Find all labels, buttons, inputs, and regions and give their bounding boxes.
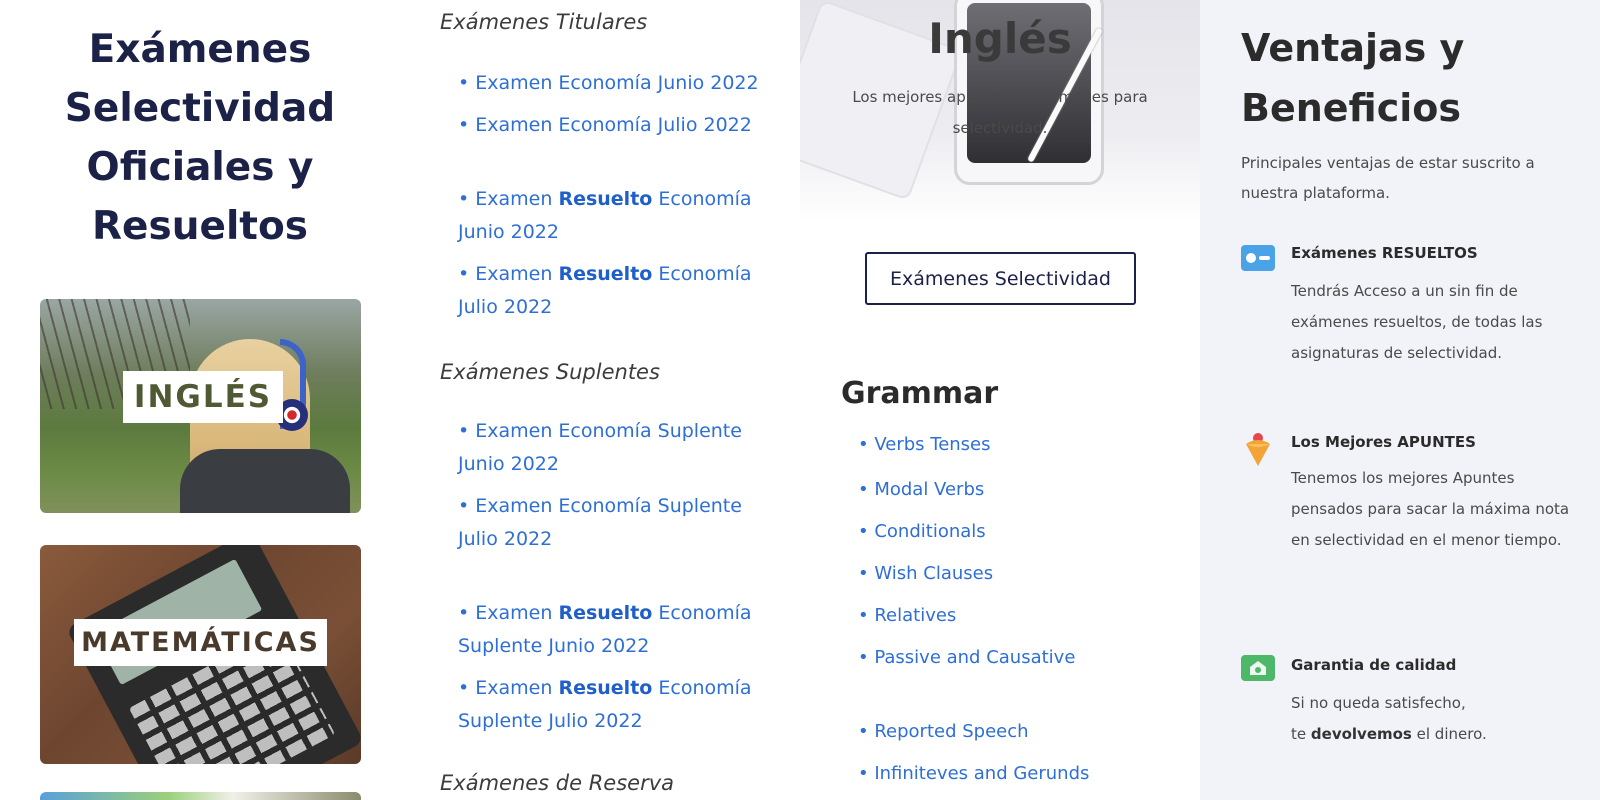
exam-link[interactable]: • Examen Resuelto Economía Suplente Juni… [458,597,778,663]
benefit-heading: Los Mejores APUNTES [1291,433,1476,451]
grammar-link[interactable]: • Conditionals [858,521,986,542]
exam-link[interactable]: • Examen Resuelto Economía Julio 2022 [458,258,778,324]
grammar-link[interactable]: • Modal Verbs [858,479,984,500]
exam-link[interactable]: • Examen Resuelto Economía Junio 2022 [458,183,778,249]
benefit-text: Si no queda satisfecho, te devolvemos el… [1291,688,1581,750]
benefit-text-prefix: te [1291,725,1307,743]
grammar-link[interactable]: • Reported Speech [858,721,1029,742]
page-title: Exámenes Selectividad Oficiales y Resuel… [64,27,336,249]
grammar-link[interactable]: • Relatives [858,605,956,626]
benefit-text: Tendrás Acceso a un sin fin de exámenes … [1291,282,1543,362]
benefits-subtitle: Principales ventajas de estar suscrito a… [1241,154,1535,202]
benefit-text-bold: devolvemos [1310,725,1412,743]
examenes-panel: Exámenes Titulares • Examen Economía Jun… [400,0,800,800]
benefit-heading: Garantia de calidad [1291,656,1457,674]
grammar-link[interactable]: • Infiniteves and Gerunds [858,763,1089,784]
ice-cream-icon [1241,431,1275,467]
section-heading-reserva: Exámenes de Reserva [440,771,675,795]
subject-card-partial[interactable] [40,792,361,800]
link-text: • Examen [458,263,553,285]
section-heading-titulares: Exámenes Titulares [440,10,648,34]
benefit-heading: Exámenes RESUELTOS [1291,244,1478,262]
benefit-text-line: Si no queda satisfecho, [1291,694,1466,712]
girl-jacket-image [180,449,350,513]
link-text: • Examen [458,188,553,210]
exam-link[interactable]: • Examen Resuelto Economía Suplente Juli… [458,672,778,738]
benefits-title: Ventajas y Beneficios [1241,26,1465,130]
subject-card-matematicas[interactable]: MATEMÁTICAS [40,545,361,764]
ingles-panel: Inglés Los mejores apuntes y resúmenes p… [800,0,1200,800]
benefit-text-suffix: el dinero. [1416,725,1487,743]
section-heading-suplentes: Exámenes Suplentes [440,360,660,384]
hero-title: Inglés [928,14,1072,63]
subject-card-ingles[interactable]: INGLÉS [40,299,361,513]
id-card-icon [1241,245,1275,271]
grammar-link[interactable]: • Verbs Tenses [858,434,991,455]
beneficios-panel: Ventajas y Beneficios Principales ventaj… [1200,0,1600,800]
link-bold-text: Resuelto [558,188,653,210]
selectividad-panel: Exámenes Selectividad Oficiales y Resuel… [0,0,400,800]
link-text: • Examen [458,677,553,699]
grammar-link[interactable]: • Passive and Causative [858,647,1075,668]
subject-card-label: MATEMÁTICAS [74,619,327,666]
grammar-link[interactable]: • Wish Clauses [858,563,993,584]
hero-banner: Inglés Los mejores apuntes y resúmenes p… [800,0,1200,222]
hero-subtitle: Los mejores apuntes y resúmenes para sel… [852,88,1148,137]
grammar-title: Grammar [841,376,999,411]
link-bold-text: Resuelto [558,602,653,624]
exam-link[interactable]: • Examen Economía Julio 2022 [458,109,778,142]
exam-link[interactable]: • Examen Economía Junio 2022 [458,67,778,100]
exam-link[interactable]: • Examen Economía Suplente Junio 2022 [458,415,778,481]
link-bold-text: Resuelto [558,677,653,699]
exam-link[interactable]: • Examen Economía Suplente Julio 2022 [458,490,778,556]
examenes-selectividad-button[interactable]: Exámenes Selectividad [865,252,1136,305]
link-text: • Examen [458,602,553,624]
benefit-text: Tenemos los mejores Apuntes pensados par… [1291,469,1570,549]
shield-icon [1241,655,1275,681]
link-bold-text: Resuelto [558,263,653,285]
subject-card-label: INGLÉS [123,371,283,423]
